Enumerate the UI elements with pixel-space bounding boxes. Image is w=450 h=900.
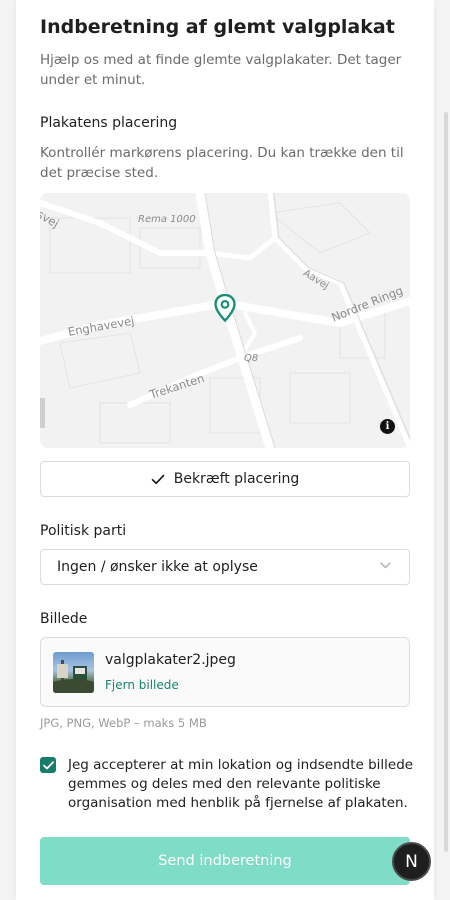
file-format-hint: JPG, PNG, WebP – maks 5 MB [40, 716, 207, 730]
checkmark-icon [151, 474, 165, 484]
location-help: Kontrollér markørens placering. Du kan t… [40, 145, 404, 181]
party-selected-value: Ingen / ønsker ikke at oplyse [57, 559, 258, 575]
n-badge-button[interactable]: N [392, 842, 431, 881]
remove-image-link[interactable]: Fjern billede [105, 678, 179, 692]
report-form-card: Indberetning af glemt valgplakat Hjælp o… [16, 0, 434, 900]
submit-report-button[interactable]: Send indberetning [40, 837, 410, 885]
uploaded-file-card: valgplakater2.jpeg Fjern billede [40, 637, 410, 707]
page-title: Indberetning af glemt valgplakat [40, 16, 395, 38]
map-street-label: Rema 1000 [138, 214, 196, 225]
chevron-down-icon [380, 562, 391, 569]
page-subtitle: Hjælp os med at finde glemte valgplakate… [40, 52, 402, 88]
page-scrollbar[interactable] [444, 112, 448, 852]
location-label: Plakatens placering [40, 115, 178, 131]
image-label: Billede [40, 611, 88, 627]
location-map[interactable]: Rema 1000 Enghavevej Aavej Nordre Ringg … [40, 193, 410, 448]
consent-checkbox[interactable] [40, 757, 56, 773]
map-street-label: Q8 [244, 353, 259, 364]
confirm-location-label: Bekræft placering [173, 471, 300, 487]
info-icon[interactable]: i [380, 419, 395, 434]
confirm-location-button[interactable]: Bekræft placering [40, 461, 410, 497]
checkmark-icon [42, 760, 54, 769]
party-label: Politisk parti [40, 523, 127, 539]
consent-text: Jeg accepterer at min lokation og indsen… [68, 757, 414, 811]
file-name: valgplakater2.jpeg [105, 652, 236, 668]
location-pin-icon[interactable] [214, 294, 236, 322]
party-select[interactable]: Ingen / ønsker ikke at oplyse [40, 549, 410, 585]
image-thumbnail [53, 652, 94, 693]
